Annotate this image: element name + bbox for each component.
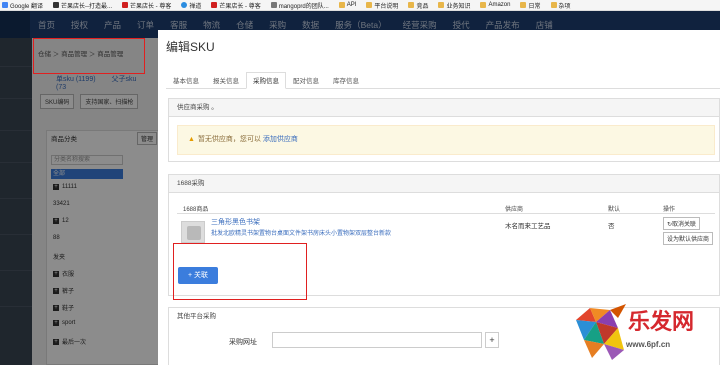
bookmark-folder-competitors[interactable]: 竞品 <box>408 1 428 10</box>
highlight-box <box>173 243 307 300</box>
bookmark-folder-daily[interactable]: 日常 <box>520 1 541 10</box>
cc-icon <box>211 2 218 8</box>
bookmark-folder-misc[interactable]: 杂项 <box>550 1 571 10</box>
bookmark-folder-business[interactable]: 业务知识 <box>438 1 470 10</box>
purchase-url-input[interactable] <box>272 332 482 348</box>
bookmark-mango-3[interactable]: 芒果店长 - 尊客 <box>211 1 261 10</box>
bookmark-mangoprd[interactable]: mangoprd的团队... <box>270 1 329 10</box>
add-url-button[interactable]: + <box>485 332 499 348</box>
bookmark-zentao[interactable]: 禅道 <box>181 1 201 10</box>
watermark: 乐发网 www.6pf.cn <box>566 296 720 365</box>
bookmark-google-translate[interactable]: Google 翻译 <box>2 1 43 10</box>
google-icon <box>2 2 8 8</box>
bookmark-folder-api[interactable]: API <box>338 2 356 8</box>
tab-basic-info[interactable]: 基本信息 <box>166 72 206 89</box>
product-thumbnail <box>181 221 205 243</box>
tab-customs-info[interactable]: 报关信息 <box>206 72 246 89</box>
folder-icon <box>366 2 373 8</box>
bull-logo-icon <box>576 304 626 360</box>
tab-purchase-info[interactable]: 采购信息 <box>246 72 286 89</box>
no-supplier-warning: ▲ 暂无供应商，您可以 添加供应商 <box>177 125 715 155</box>
shelf-icon <box>187 226 201 240</box>
unlink-button[interactable]: ↻取消关联 <box>663 217 701 230</box>
col-supplier: 供应商 <box>505 207 524 213</box>
cc-icon <box>270 2 277 8</box>
default-flag: 否 <box>608 223 615 230</box>
bookmark-icon <box>53 2 60 8</box>
folder-icon <box>550 2 557 8</box>
modal-tabs: 基本信息 报关信息 采购信息 配对信息 库存信息 <box>166 72 720 89</box>
bookmark-mango-2[interactable]: 芒果店长 - 尊客 <box>122 1 171 10</box>
modal-title: 编辑SKU <box>166 40 215 54</box>
bookmarks-bar: Google 翻译 芒果店长--打造最... 芒果店长 - 尊客 禅道 芒果店长… <box>0 0 720 11</box>
supplier-panel: 供应商采购 。 ▲ 暂无供应商，您可以 添加供应商 <box>168 98 720 162</box>
folder-icon <box>408 2 415 8</box>
watermark-url: www.6pf.cn <box>626 340 671 349</box>
supplier-name: 木名而来工艺品 <box>505 223 551 230</box>
bookmark-folder-platform[interactable]: 平台说明 <box>366 1 398 10</box>
folder-icon <box>520 2 527 8</box>
product-desc-link[interactable]: 批发北欧精灵书架置物台桌面文件架书房床头小置物架双层整台新款 <box>211 228 391 237</box>
bookmark-mango-1[interactable]: 芒果店长--打造最... <box>53 1 112 10</box>
product-name-link[interactable]: 三角形黑色书架 <box>211 217 260 227</box>
tab-pairing-info[interactable]: 配对信息 <box>286 72 326 89</box>
alibaba-panel-header: 1688采购 <box>169 175 719 193</box>
folder-icon <box>338 2 345 8</box>
bookmark-folder-amazon[interactable]: Amazon <box>480 2 510 8</box>
cc-icon <box>122 2 129 8</box>
highlight-box <box>33 38 145 74</box>
zentao-icon <box>181 2 188 8</box>
add-supplier-link[interactable]: 添加供应商 <box>263 136 298 143</box>
warning-icon: ▲ <box>188 136 195 143</box>
col-default: 默认 <box>608 207 621 213</box>
watermark-brand: 乐发网 <box>628 309 695 335</box>
col-actions: 操作 <box>663 207 676 213</box>
supplier-panel-header: 供应商采购 。 <box>169 99 719 117</box>
tab-stock-info[interactable]: 库存信息 <box>326 72 366 89</box>
purchase-url-label: 采购网址 <box>229 339 257 346</box>
alibaba-table-header: 1688商品 供应商 默认 操作 <box>177 201 715 214</box>
folder-icon <box>438 2 445 8</box>
col-product: 1688商品 <box>183 207 209 213</box>
folder-icon <box>480 2 487 8</box>
set-default-supplier-button[interactable]: 设为默认供应商 <box>663 232 714 245</box>
